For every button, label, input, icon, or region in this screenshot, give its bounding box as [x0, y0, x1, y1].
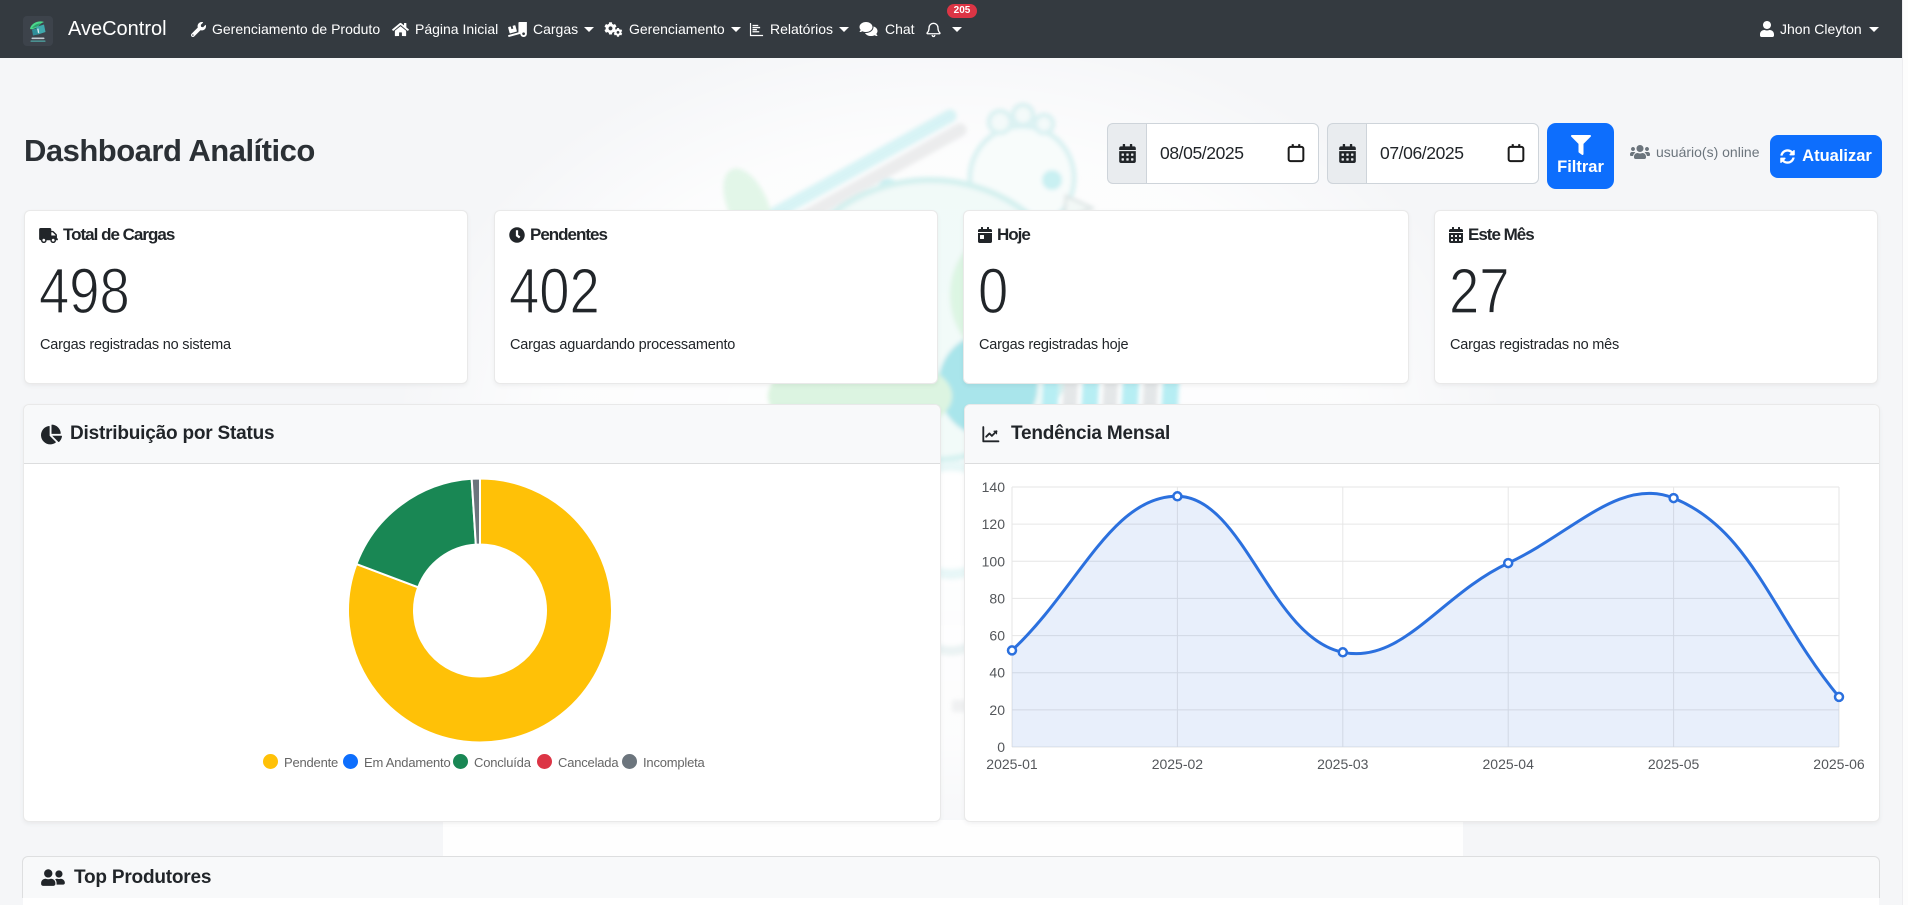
svg-text:2025-02: 2025-02	[1152, 756, 1204, 772]
svg-text:0: 0	[997, 739, 1005, 755]
svg-text:2025-04: 2025-04	[1483, 756, 1535, 772]
svg-text:2025-05: 2025-05	[1648, 756, 1700, 772]
svg-text:2025-03: 2025-03	[1317, 756, 1369, 772]
svg-text:80: 80	[989, 590, 1005, 606]
svg-text:100: 100	[982, 553, 1006, 569]
svg-text:120: 120	[982, 516, 1006, 532]
svg-text:20: 20	[989, 702, 1005, 718]
svg-text:140: 140	[982, 479, 1006, 495]
svg-text:60: 60	[989, 628, 1005, 644]
svg-text:40: 40	[989, 665, 1005, 681]
svg-text:2025-06: 2025-06	[1813, 756, 1865, 772]
svg-text:2025-01: 2025-01	[986, 756, 1038, 772]
